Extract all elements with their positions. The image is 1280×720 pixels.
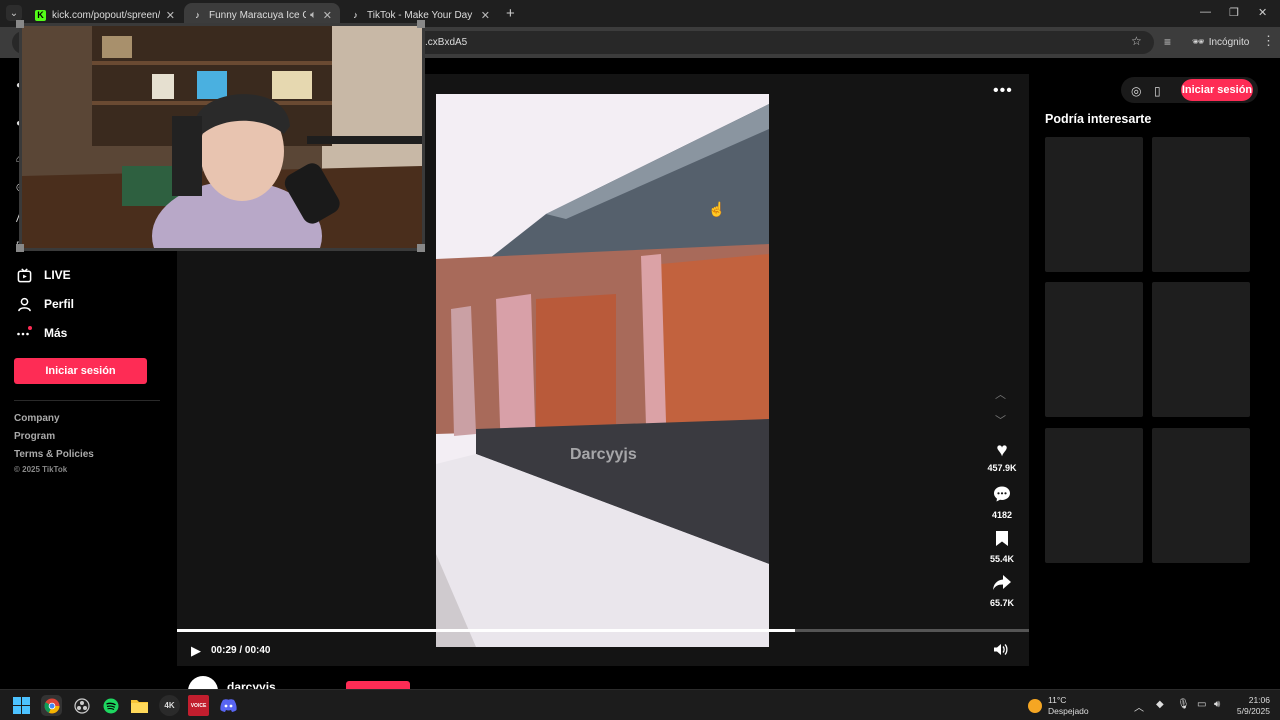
tab-search-icon[interactable]: ⌄ [6, 5, 22, 21]
more-dots-icon [16, 325, 32, 341]
suggestion-thumbnail[interactable] [1045, 137, 1143, 272]
bookmark-star-icon[interactable]: ☆ [1131, 34, 1142, 48]
footer-link-program[interactable]: Program [14, 431, 55, 442]
volume-icon[interactable] [993, 643, 1008, 659]
suggestions-title: Podría interesarte [1045, 112, 1152, 126]
chrome-icon[interactable] [41, 695, 62, 716]
clock-time: 21:06 [1248, 695, 1270, 705]
more-options-icon[interactable]: ••• [993, 82, 1013, 100]
windows-start-icon[interactable] [11, 695, 32, 716]
video-watermark: Darcyyjs [570, 446, 637, 463]
speaker-icon[interactable]: 🔊︎ [1214, 699, 1220, 710]
network-icon[interactable]: ▭ [1197, 699, 1206, 710]
previous-video-icon[interactable]: ︿ [995, 386, 1006, 402]
mobile-icon[interactable]: ▯ [1154, 84, 1161, 98]
comment-action[interactable]: 4182 [979, 485, 1025, 520]
tab-title: TikTok - Make Your Day [367, 9, 473, 21]
new-tab-icon[interactable]: + [506, 5, 515, 22]
resize-handle[interactable] [417, 20, 425, 28]
suggestion-thumbnail[interactable] [1152, 137, 1250, 272]
obs-icon[interactable] [71, 695, 92, 716]
discord-icon[interactable] [218, 695, 239, 716]
sidebar-signin-button[interactable]: Iniciar sesión [14, 358, 147, 384]
voicemeeter-icon[interactable]: VOICE [188, 695, 209, 716]
browser-menu-icon[interactable]: ⋮ [1262, 33, 1275, 49]
tiktok-icon: ♪ [195, 10, 200, 20]
speaker-icon[interactable]: 🔈︎ [310, 9, 317, 22]
file-explorer-icon[interactable] [129, 695, 150, 716]
person-icon [16, 296, 32, 312]
kick-icon: K [35, 9, 46, 21]
sidebar-item-label: LIVE [44, 268, 71, 282]
clock-date: 5/9/2025 [1236, 706, 1270, 716]
tab-title: Funny Maracuya Ice Cream [209, 9, 307, 21]
close-icon[interactable]: ✕ [323, 9, 332, 22]
chevron-up-icon[interactable]: ︿ [1134, 699, 1144, 714]
comment-icon [993, 485, 1011, 508]
close-icon[interactable]: ✕ [481, 9, 490, 22]
close-icon[interactable]: ✕ [166, 9, 175, 22]
incognito-indicator[interactable]: 🕶︎ Incógnito [1192, 37, 1249, 48]
resize-handle[interactable] [16, 244, 24, 252]
suggestion-thumbnail[interactable] [1152, 428, 1250, 563]
header-signin-button[interactable]: Iniciar sesión [1181, 79, 1253, 101]
copyright-text: © 2025 TikTok [14, 465, 68, 474]
suggestion-thumbnail[interactable] [1152, 282, 1250, 417]
like-count: 457.9K [987, 463, 1017, 473]
heart-icon: ♥ [996, 440, 1008, 461]
restore-icon[interactable]: ❐ [1229, 6, 1239, 19]
like-action[interactable]: ♥ 457.9K [979, 440, 1025, 474]
spotify-icon[interactable] [100, 695, 121, 716]
player-controls: ▶ 00:29 / 00:40 [177, 639, 1029, 667]
url-text: .cxBxdA5 [425, 37, 468, 48]
save-action[interactable]: 55.4K [979, 530, 1025, 564]
minimize-icon[interactable]: — [1200, 6, 1211, 18]
incognito-label: Incógnito [1208, 37, 1250, 48]
video-time: 00:29 / 00:40 [211, 645, 271, 656]
next-video-icon[interactable]: ﹀ [995, 412, 1006, 428]
video-frame[interactable]: Darcyyjs [436, 94, 769, 647]
play-icon[interactable]: ▶ [191, 643, 201, 659]
security-icon[interactable]: ◆ [1156, 699, 1164, 710]
share-action[interactable]: 65.7K [979, 574, 1025, 608]
sidebar-item-mas[interactable]: Más [16, 325, 67, 341]
tab-title: kick.com/popout/spreen/chat [52, 9, 160, 21]
weather-sun-icon [1028, 699, 1042, 713]
suggestion-thumbnail[interactable] [1045, 428, 1143, 563]
windows-taskbar: 4K VOICE 11°C Despejado ︿ ◆ 🎙︎ ▭ 🔊︎ 21:0… [0, 689, 1280, 720]
reading-list-icon[interactable]: ≡ [1164, 35, 1171, 49]
bookmark-icon [995, 530, 1009, 552]
webcam-overlay[interactable] [19, 23, 425, 251]
suggestion-thumbnail[interactable] [1045, 282, 1143, 417]
window-close-icon[interactable]: ✕ [1258, 6, 1267, 19]
compass-icon[interactable]: ◎ [1131, 84, 1141, 98]
weather-desc: Despejado [1048, 706, 1089, 716]
microphone-icon[interactable]: 🎙︎ [1177, 699, 1190, 710]
weather-widget[interactable]: 11°C Despejado [1028, 695, 1089, 717]
progress-fill [177, 629, 795, 632]
weather-temp: 11°C [1048, 695, 1067, 705]
4k-icon[interactable]: 4K [159, 695, 180, 716]
sidebar-item-perfil[interactable]: Perfil [16, 296, 74, 312]
share-icon [992, 574, 1012, 596]
progress-bar[interactable] [177, 629, 1029, 632]
share-count: 65.7K [989, 598, 1015, 608]
sidebar-item-label: Más [44, 326, 68, 340]
live-tv-icon [16, 267, 32, 283]
sidebar-item-live[interactable]: LIVE [16, 267, 71, 283]
sidebar-divider [14, 400, 160, 401]
resize-handle[interactable] [417, 244, 425, 252]
sidebar-item-label: Perfil [44, 297, 75, 311]
incognito-icon: 🕶︎ [1192, 37, 1205, 48]
save-count: 55.4K [989, 554, 1015, 564]
footer-link-terms[interactable]: Terms & Policies [14, 449, 94, 460]
tiktok-icon: ♪ [353, 10, 358, 20]
system-clock[interactable]: 21:06 5/9/2025 [1228, 695, 1270, 717]
hand-cursor-icon: ☝ [708, 201, 726, 217]
comment-count: 4182 [991, 510, 1013, 520]
footer-link-company[interactable]: Company [14, 413, 60, 424]
resize-handle[interactable] [16, 20, 24, 28]
